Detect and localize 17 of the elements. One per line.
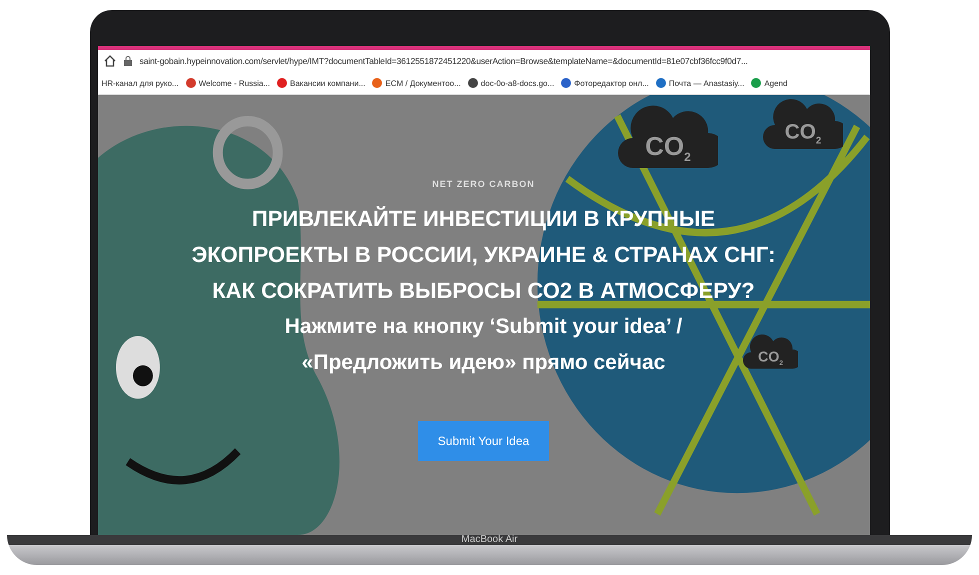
url-text: saint-gobain.hypeinnovation.com/servlet/hype/IMT?documentTableId=3612551872451220&userAction=Browse&templateName=&documentId=81e07cbf36fcc9f0d7... [140, 56, 748, 66]
bookmark-link[interactable]: Вакансии компани... [277, 78, 366, 88]
bookmark-link[interactable]: HR-канал для руко... [102, 78, 179, 88]
bookmark-link[interactable]: doc-0o-a8-docs.go... [468, 78, 554, 88]
hero-title: КАК СОКРАТИТЬ ВЫБРОСЫ СО2 В АТМОСФЕРУ? [212, 277, 755, 305]
bookmark-link[interactable]: Фоторедактор онл... [561, 78, 649, 88]
hero-subtitle: «Предложить идею» прямо сейчас [302, 350, 666, 376]
bookmark-link[interactable]: ECM / Документоо... [372, 78, 461, 88]
bookmark-link[interactable]: Agend [751, 78, 788, 88]
eyebrow-text: NET ZERO CARBON [432, 179, 535, 189]
co2-cloud-icon: CO$_{2}$ [742, 333, 798, 372]
address-bar[interactable]: saint-gobain.hypeinnovation.com/servlet/hype/IMT?documentTableId=3612551872451220&userAction=Browse&templateName=&documentId=81e07cbf36fcc9f0d7... [98, 46, 870, 72]
bookmark-link[interactable]: Welcome - Russia... [186, 78, 270, 88]
device-label: MacBook Air [461, 535, 518, 547]
bookmark-link[interactable]: Почта — Anastasiy... [656, 78, 744, 88]
lock-icon [124, 56, 132, 66]
home-icon[interactable] [104, 55, 116, 67]
